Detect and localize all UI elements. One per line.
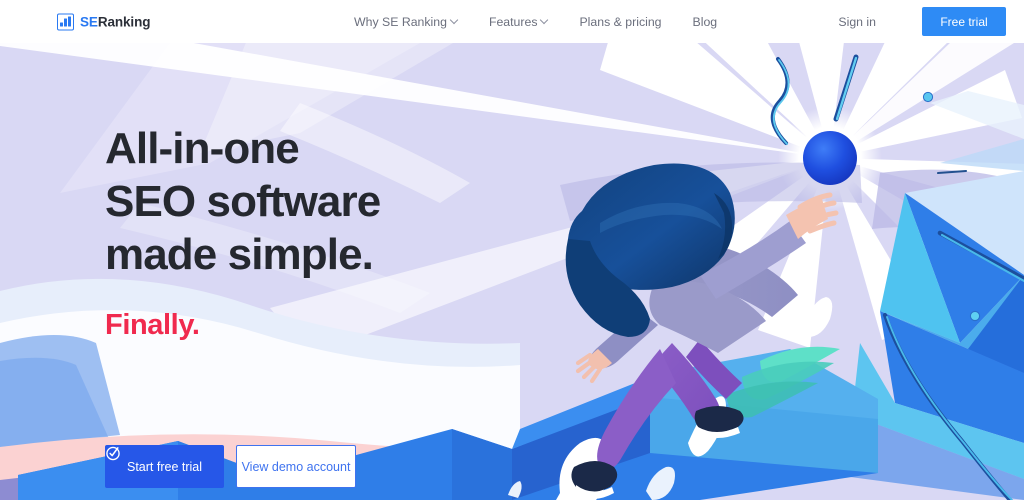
hero-tagline: Finally.: [105, 309, 200, 341]
bar-chart-icon: [57, 13, 74, 30]
nav-label-features: Features: [488, 14, 538, 29]
free-trial-button[interactable]: Free trial: [922, 7, 1006, 36]
sign-in-link[interactable]: Sign in: [838, 15, 876, 29]
page-title: All-in-one SEO software made simple.: [105, 122, 381, 281]
nav-item-why-se-ranking[interactable]: Why SE Ranking: [354, 15, 458, 29]
main-navigation: Why SE Ranking Features Plans & pricing …: [354, 0, 717, 43]
headline-line-2: SEO software: [105, 177, 381, 226]
logo-text-se: SE: [80, 14, 98, 29]
check-circle-icon: [106, 446, 120, 461]
nav-label-plans-pricing: Plans & pricing: [579, 14, 662, 29]
nav-item-plans-pricing[interactable]: Plans & pricing: [579, 15, 661, 29]
hero-section: All-in-one SEO software made simple. Fin…: [0, 43, 1024, 500]
chevron-down-icon: [541, 17, 548, 24]
logo-text: SERanking: [80, 14, 150, 29]
site-header: SERanking Why SE Ranking Features Plans …: [0, 0, 1024, 43]
logo-text-ranking: Ranking: [97, 14, 151, 29]
headline-line-3: made simple.: [105, 230, 374, 279]
nav-item-features[interactable]: Features: [489, 15, 549, 29]
nav-item-blog[interactable]: Blog: [693, 15, 718, 29]
hero-cta-group: Start free trial View demo account: [105, 445, 356, 488]
nav-label-why-se-ranking: Why SE Ranking: [354, 14, 447, 29]
start-free-trial-button[interactable]: Start free trial: [105, 445, 224, 488]
start-free-trial-label: Start free trial: [126, 459, 203, 474]
chevron-down-icon: [451, 17, 458, 24]
logo[interactable]: SERanking: [57, 13, 150, 30]
view-demo-account-button[interactable]: View demo account: [236, 445, 356, 488]
nav-label-blog: Blog: [692, 14, 718, 29]
headline-line-1: All-in-one: [105, 124, 300, 173]
hero-copy: All-in-one SEO software made simple. Fin…: [105, 122, 381, 342]
